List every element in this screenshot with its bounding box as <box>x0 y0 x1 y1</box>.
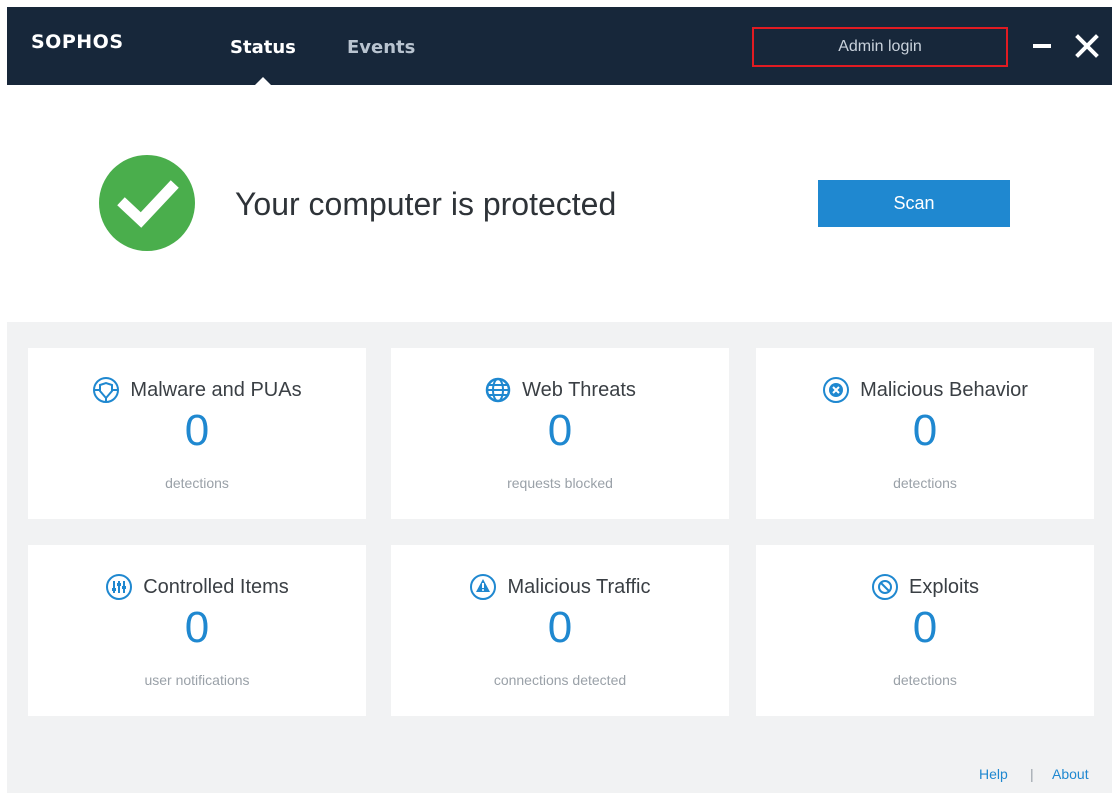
globe-icon <box>485 377 511 403</box>
close-button[interactable] <box>1072 31 1102 61</box>
card-count: 0 <box>912 406 938 455</box>
sliders-icon <box>106 574 133 600</box>
active-tab-indicator <box>254 77 272 86</box>
card-subtitle: detections <box>893 672 957 688</box>
sophos-logo: SOPHOS <box>31 31 124 53</box>
footer-separator: | <box>1030 766 1034 782</box>
shield-icon <box>93 377 120 403</box>
minimize-button[interactable] <box>1027 31 1057 61</box>
card-malicious-traffic[interactable]: Malicious Traffic 0 connections detected <box>391 545 729 716</box>
card-malicious-behavior[interactable]: Malicious Behavior 0 detections <box>756 348 1094 519</box>
card-title: Malware and PUAs <box>130 378 302 401</box>
scan-button[interactable]: Scan <box>818 180 1010 227</box>
card-title: Controlled Items <box>143 575 289 598</box>
card-count: 0 <box>547 603 573 652</box>
no-entry-icon <box>871 574 898 600</box>
card-subtitle: requests blocked <box>507 475 613 491</box>
warning-icon <box>470 574 497 600</box>
card-count: 0 <box>547 406 573 455</box>
card-title: Exploits <box>908 575 980 598</box>
card-subtitle: detections <box>165 475 229 491</box>
card-controlled-items[interactable]: Controlled Items 0 user notifications <box>28 545 366 716</box>
about-link[interactable]: About <box>1052 766 1089 782</box>
minimize-icon <box>1033 44 1051 48</box>
check-circle-icon <box>99 155 195 251</box>
card-count: 0 <box>912 603 938 652</box>
tab-status[interactable]: Status <box>230 37 296 58</box>
card-exploits[interactable]: Exploits 0 detections <box>756 545 1094 716</box>
card-subtitle: detections <box>893 475 957 491</box>
protection-status-text: Your computer is protected <box>235 186 617 222</box>
close-icon <box>1075 34 1099 58</box>
tab-events[interactable]: Events <box>347 37 415 58</box>
help-link[interactable]: Help <box>979 766 1008 782</box>
card-malware[interactable]: Malware and PUAs 0 detections <box>28 348 366 519</box>
card-title: Malicious Behavior <box>860 378 1028 401</box>
admin-login-button[interactable]: Admin login <box>752 27 1008 67</box>
card-count: 0 <box>184 406 210 455</box>
card-count: 0 <box>184 603 210 652</box>
card-subtitle: user notifications <box>144 672 250 688</box>
card-title: Malicious Traffic <box>507 575 651 598</box>
card-web-threats[interactable]: Web Threats 0 requests blocked <box>391 348 729 519</box>
card-title: Web Threats <box>522 378 636 401</box>
x-circle-icon <box>823 377 850 403</box>
card-subtitle: connections detected <box>493 672 627 688</box>
stats-panel: Malware and PUAs 0 detections Web Threat… <box>7 322 1112 793</box>
title-bar: SOPHOS Status Events Admin login <box>7 7 1112 86</box>
